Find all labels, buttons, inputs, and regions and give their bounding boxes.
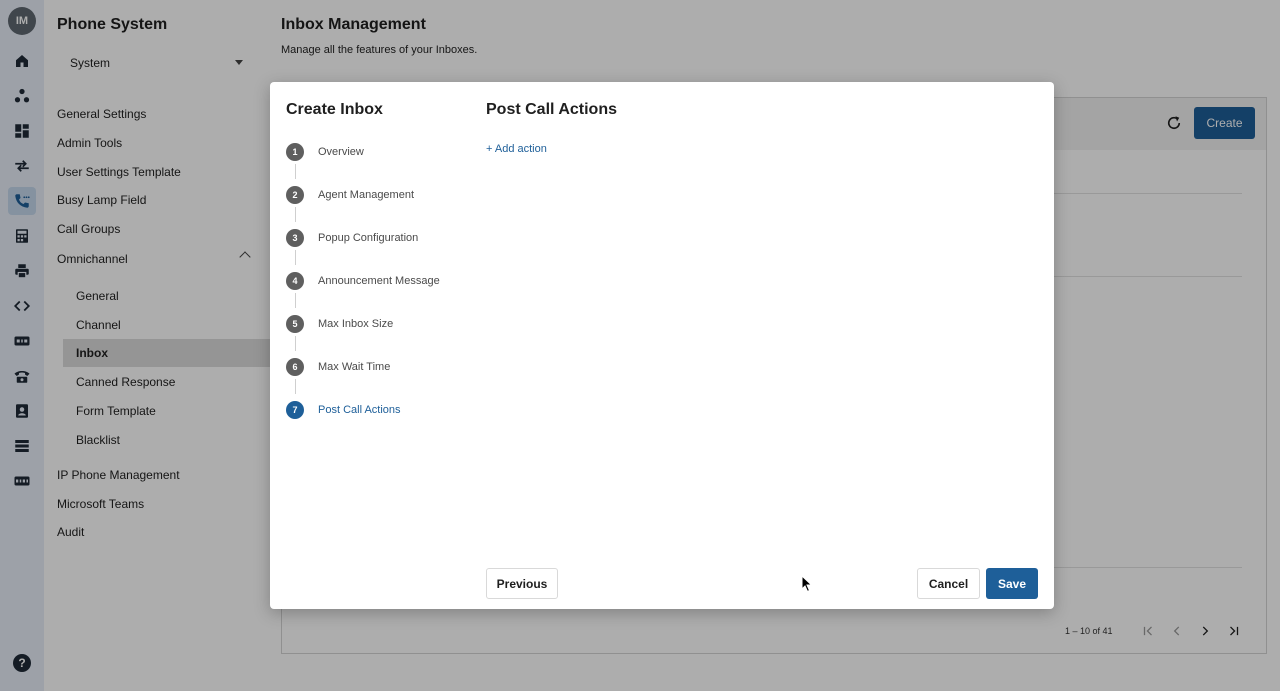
step-connector bbox=[295, 336, 296, 351]
step-number: 2 bbox=[286, 186, 304, 204]
step-agent-management[interactable]: 2 Agent Management bbox=[286, 185, 414, 205]
section-title: Post Call Actions bbox=[486, 101, 617, 118]
dialog-title: Create Inbox bbox=[286, 101, 383, 118]
mouse-cursor-icon bbox=[801, 574, 813, 593]
step-number: 6 bbox=[286, 358, 304, 376]
create-inbox-dialog: Create Inbox 1 Overview 2 Agent Manageme… bbox=[270, 82, 1054, 609]
step-announcement-message[interactable]: 4 Announcement Message bbox=[286, 271, 440, 291]
previous-button[interactable]: Previous bbox=[486, 568, 558, 599]
step-connector bbox=[295, 379, 296, 394]
step-number: 5 bbox=[286, 315, 304, 333]
step-popup-configuration[interactable]: 3 Popup Configuration bbox=[286, 228, 418, 248]
step-connector bbox=[295, 207, 296, 222]
step-label: Announcement Message bbox=[318, 275, 440, 287]
add-action-link[interactable]: + Add action bbox=[486, 143, 547, 155]
step-label: Agent Management bbox=[318, 189, 415, 201]
step-label: Max Wait Time bbox=[318, 361, 391, 373]
step-connector bbox=[295, 293, 296, 308]
step-overview[interactable]: 1 Overview bbox=[286, 142, 364, 162]
step-connector bbox=[295, 250, 296, 265]
step-number: 1 bbox=[286, 143, 304, 161]
step-label: Popup Configuration bbox=[318, 232, 419, 244]
step-post-call-actions[interactable]: 7 Post Call Actions bbox=[286, 400, 401, 420]
step-label: Post Call Actions bbox=[318, 404, 401, 416]
step-max-inbox-size[interactable]: 5 Max Inbox Size bbox=[286, 314, 393, 334]
save-button[interactable]: Save bbox=[986, 568, 1038, 599]
step-label: Overview bbox=[318, 146, 364, 158]
step-number: 3 bbox=[286, 229, 304, 247]
step-number: 4 bbox=[286, 272, 304, 290]
cancel-button[interactable]: Cancel bbox=[917, 568, 980, 599]
step-max-wait-time[interactable]: 6 Max Wait Time bbox=[286, 357, 390, 377]
step-label: Max Inbox Size bbox=[318, 318, 394, 330]
step-connector bbox=[295, 164, 296, 179]
step-number: 7 bbox=[286, 401, 304, 419]
